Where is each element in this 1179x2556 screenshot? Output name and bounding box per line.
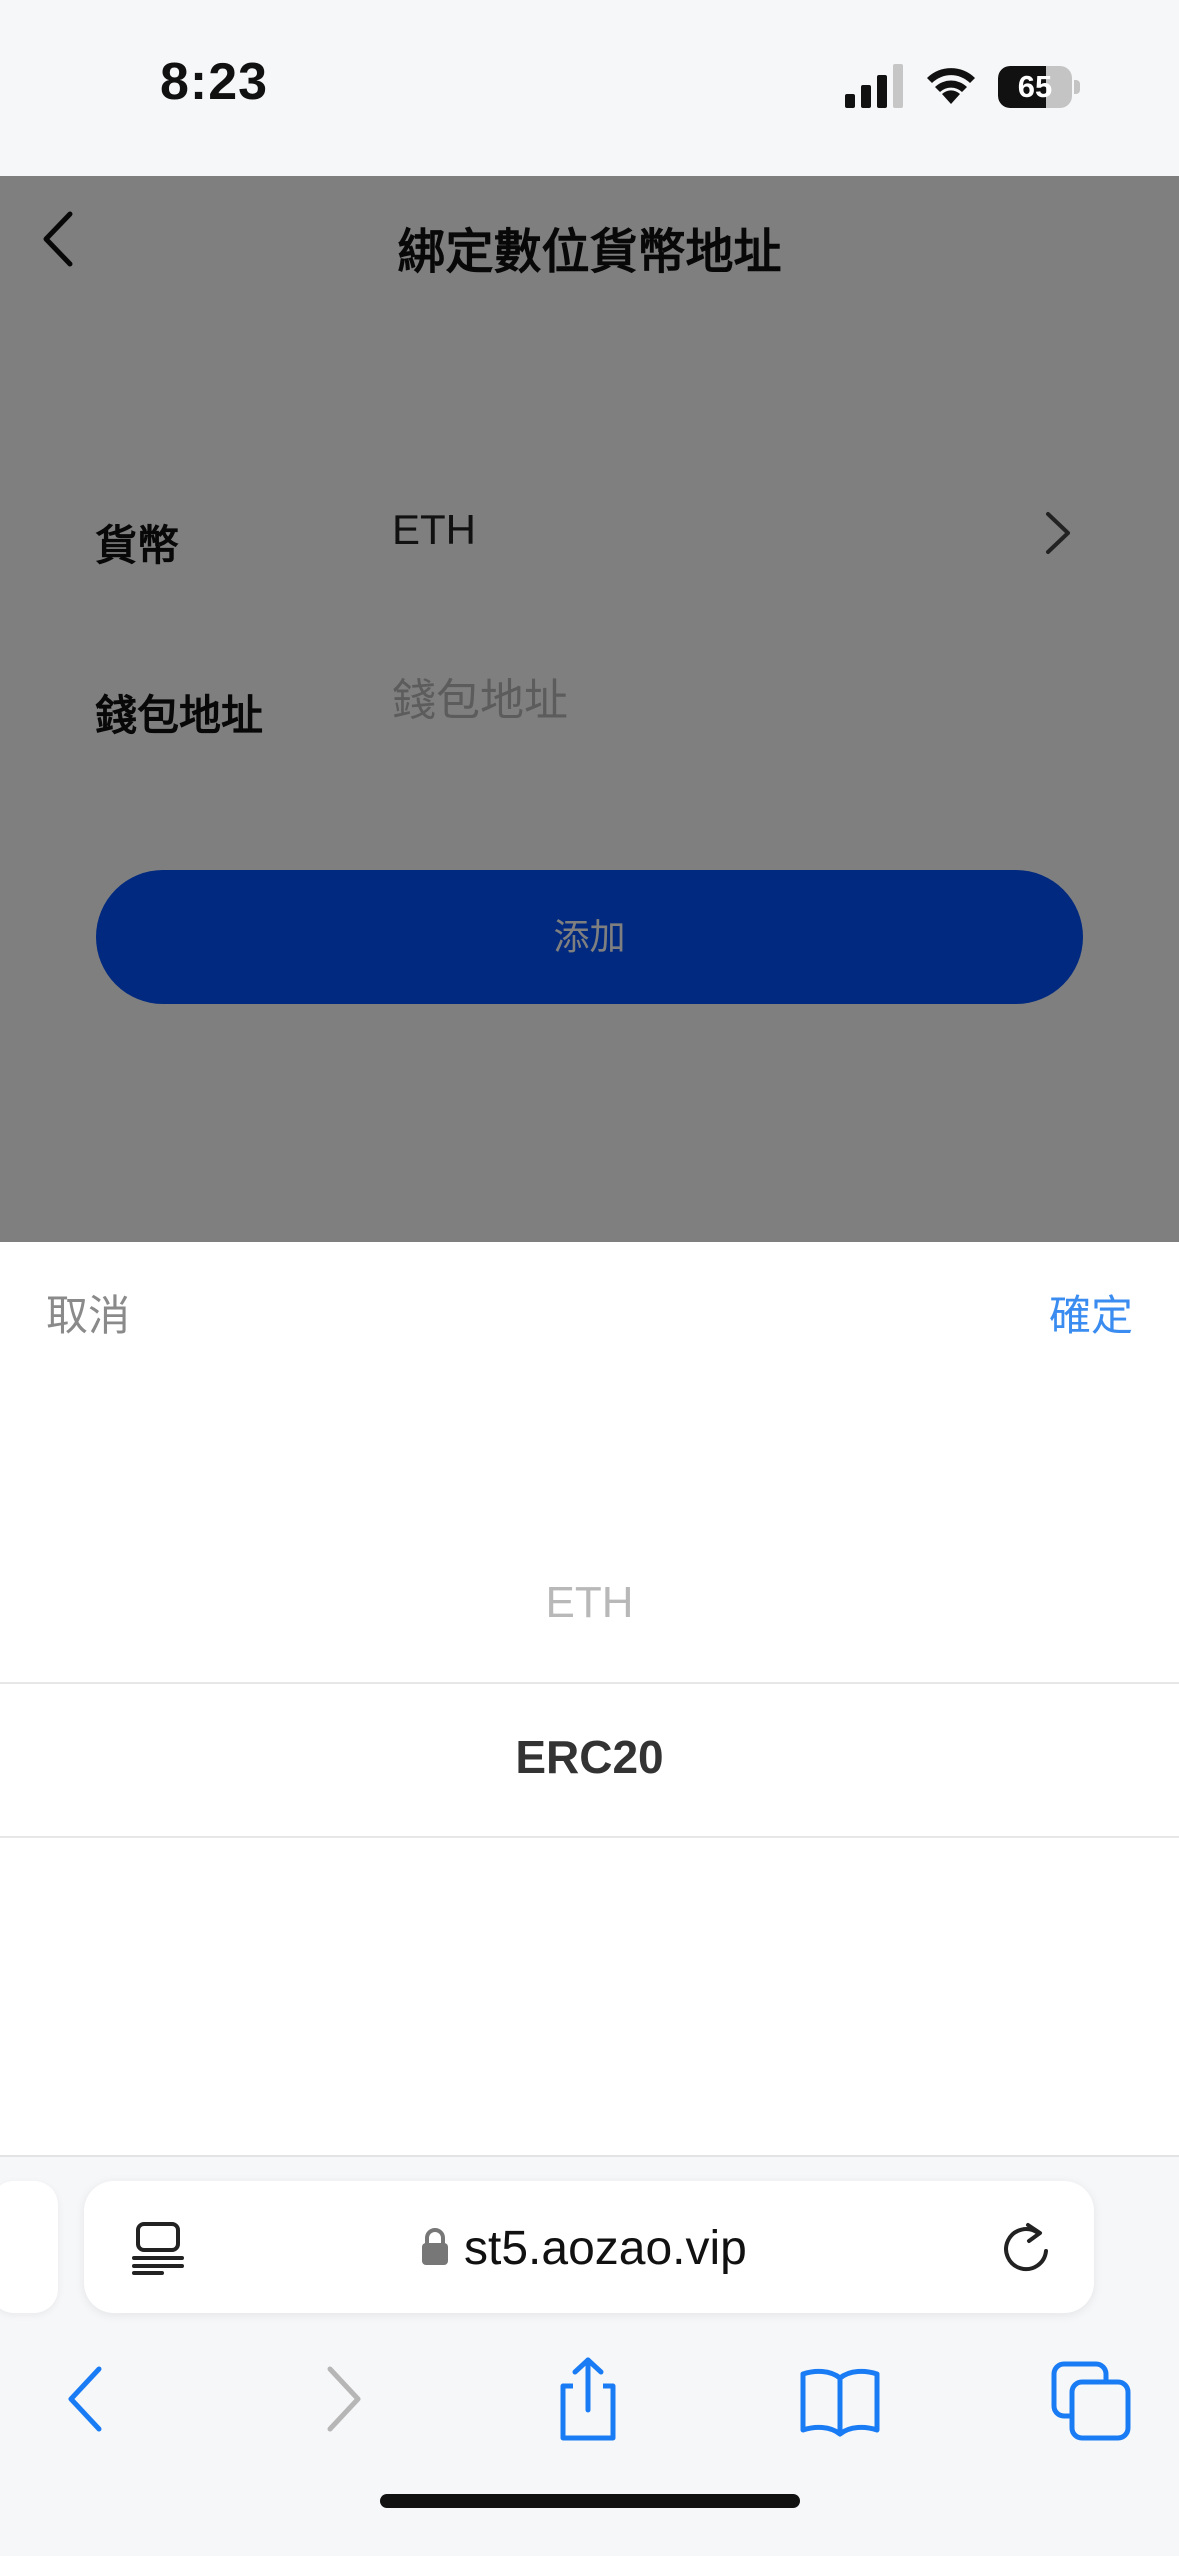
address-bar[interactable]: st5.aozao.vip (84, 2181, 1094, 2313)
tabs-icon[interactable] (1046, 2354, 1136, 2444)
picker-divider (0, 1836, 1179, 1838)
previous-tab-peek[interactable] (0, 2181, 58, 2313)
cellular-signal-icon (845, 64, 903, 108)
status-time: 8:23 (160, 53, 269, 111)
picker-sheet: 取消 確定 ETH ERC20 (0, 1242, 1179, 2155)
battery-level: 65 (1017, 69, 1053, 104)
wifi-icon (927, 68, 975, 104)
reload-icon[interactable] (998, 2219, 1054, 2277)
dim-overlay[interactable] (0, 176, 1179, 1242)
reader-icon[interactable] (132, 2221, 184, 2275)
battery-icon: 65 (998, 66, 1080, 108)
cancel-button[interactable]: 取消 (46, 1282, 130, 1343)
confirm-button[interactable]: 確定 (1049, 1282, 1133, 1343)
back-icon[interactable] (43, 2354, 133, 2444)
url-text: st5.aozao.vip (464, 2222, 747, 2275)
picker-option[interactable]: ETH (0, 1578, 1179, 1628)
bookmarks-icon[interactable] (795, 2354, 885, 2444)
lock-icon (422, 2228, 448, 2265)
forward-icon[interactable] (296, 2354, 386, 2444)
status-bar: 8:23 65 (0, 0, 1179, 176)
picker-option-selected[interactable]: ERC20 (0, 1730, 1179, 1784)
picker-divider (0, 1682, 1179, 1684)
home-indicator (380, 2494, 800, 2508)
share-icon[interactable] (543, 2354, 633, 2444)
